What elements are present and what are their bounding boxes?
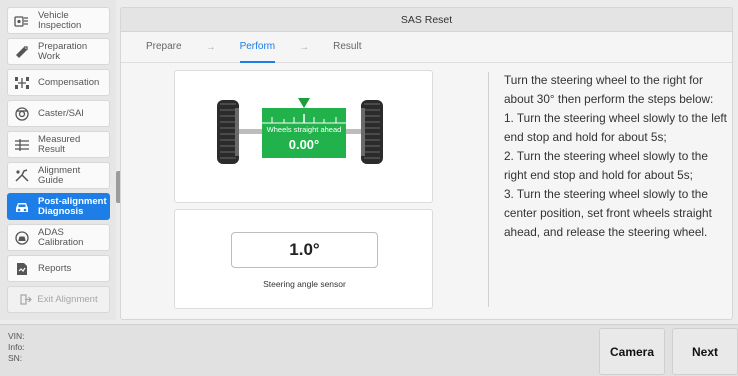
- reports-icon: [12, 259, 32, 279]
- sidebar-item-post-alignment-diagnosis[interactable]: Post-alignment Diagnosis: [7, 193, 110, 220]
- sidebar-item-label: Preparation Work: [38, 40, 88, 62]
- instruction-step-1: 1. Turn the steering wheel slowly to the…: [504, 111, 727, 144]
- gauge-scale: [262, 114, 346, 124]
- instruction-step-3: 3. Turn the steering wheel slowly to the…: [504, 187, 712, 239]
- vin-label: VIN:: [8, 331, 25, 341]
- sidebar-item-label: Caster/SAI: [38, 107, 84, 119]
- instruction-step-2: 2. Turn the steering wheel slowly to the…: [504, 149, 708, 182]
- sidebar-item-label: Compensation: [38, 76, 100, 88]
- bottom-bar: VIN: Info: SN: Camera Next: [0, 324, 738, 376]
- sidebar-item-adas-calibration[interactable]: ADAS Calibration: [7, 224, 110, 251]
- sidebar-item-compensation[interactable]: Compensation: [7, 69, 110, 96]
- camera-button[interactable]: Camera: [599, 328, 665, 375]
- exit-icon: [19, 290, 33, 310]
- step-arrow-icon: →: [205, 42, 216, 53]
- alignment-guide-icon: [12, 166, 32, 186]
- exit-alignment-label: Exit Alignment: [37, 293, 98, 305]
- vehicle-info: VIN: Info: SN:: [8, 331, 25, 364]
- step-indicator: Prepare → Perform → Result: [121, 32, 732, 63]
- car-icon: [12, 197, 32, 217]
- gauge-pointer-icon: [298, 98, 310, 108]
- app-window: Vehicle Inspection Preparation Work Comp…: [0, 0, 738, 376]
- caster-icon: [12, 104, 32, 124]
- vehicle-inspection-icon: [12, 11, 32, 31]
- preparation-icon: [12, 42, 32, 62]
- gauge-label: Wheels straight ahead: [266, 125, 342, 134]
- straight-ahead-gauge: Wheels straight ahead 0.00°: [262, 98, 346, 158]
- steering-angle-label: Steering angle sensor: [263, 279, 346, 289]
- steering-angle-value: 1.0°: [231, 232, 378, 268]
- sidebar-item-label: Reports: [38, 262, 72, 274]
- next-button[interactable]: Next: [672, 328, 738, 375]
- step-perform: Perform: [239, 32, 276, 63]
- sidebar-item-label: ADAS Calibration: [38, 226, 84, 248]
- exit-alignment-button[interactable]: Exit Alignment: [7, 286, 110, 313]
- sidebar: Vehicle Inspection Preparation Work Comp…: [0, 0, 116, 320]
- sidebar-item-label: Alignment Guide: [38, 164, 81, 186]
- step-arrow-icon: →: [299, 42, 310, 53]
- sidebar-item-reports[interactable]: Reports: [7, 255, 110, 282]
- sidebar-item-label: Measured Result: [38, 133, 81, 155]
- adas-icon: [12, 228, 32, 248]
- step-result: Result: [333, 41, 362, 52]
- right-tire-icon: [361, 100, 383, 164]
- instruction-intro: Turn the steering wheel to the right for…: [504, 73, 714, 106]
- steering-sensor-card: 1.0° Steering angle sensor: [174, 209, 433, 309]
- main-panel: SAS Reset Prepare → Perform → Result Whe…: [120, 7, 733, 320]
- gauge-value: 0.00°: [288, 137, 320, 152]
- sidebar-item-label: Vehicle Inspection: [38, 9, 82, 31]
- sidebar-item-caster-sai[interactable]: Caster/SAI: [7, 100, 110, 127]
- sn-label: SN:: [8, 353, 23, 363]
- measured-result-icon: [12, 135, 32, 155]
- sidebar-item-label: Post-alignment Diagnosis: [38, 195, 107, 217]
- wheel-alignment-card: Wheels straight ahead 0.00°: [174, 70, 433, 203]
- instructions-text: Turn the steering wheel to the right for…: [504, 71, 729, 242]
- sidebar-item-vehicle-inspection[interactable]: Vehicle Inspection: [7, 7, 110, 34]
- step-prepare: Prepare: [146, 41, 182, 52]
- sidebar-item-measured-result[interactable]: Measured Result: [7, 131, 110, 158]
- left-tire-icon: [217, 100, 239, 164]
- sidebar-item-alignment-guide[interactable]: Alignment Guide: [7, 162, 110, 189]
- compensation-icon: [12, 73, 32, 93]
- sidebar-item-preparation-work[interactable]: Preparation Work: [7, 38, 110, 65]
- vertical-divider: [488, 72, 489, 307]
- page-title: SAS Reset: [121, 8, 732, 32]
- info-label: Info:: [8, 342, 25, 352]
